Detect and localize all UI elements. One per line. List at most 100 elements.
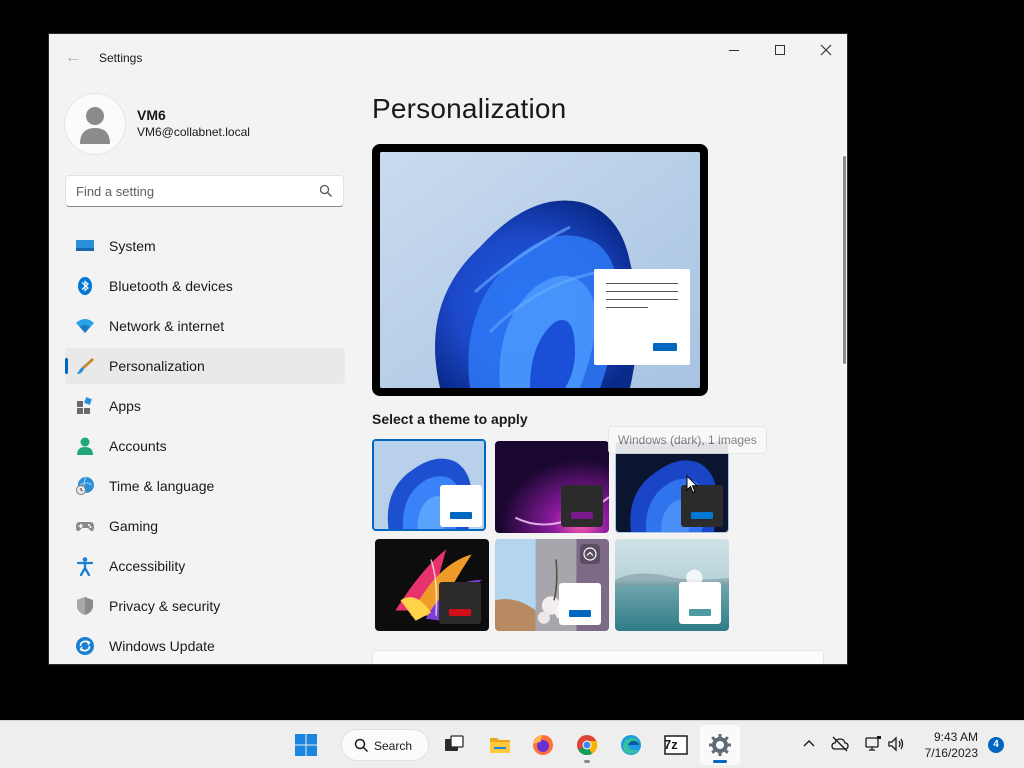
back-button[interactable]: ← xyxy=(63,48,83,68)
edge-icon xyxy=(621,735,641,755)
onedrive-offline-icon[interactable] xyxy=(831,735,849,753)
flow-settings-badge xyxy=(580,544,600,564)
profile-name: VM6 xyxy=(137,107,166,123)
preview-accent-button xyxy=(653,343,677,351)
preview-desktop xyxy=(380,152,700,388)
theme-tile-captured-motion[interactable] xyxy=(375,539,489,631)
nav-item-accessibility[interactable]: Accessibility xyxy=(65,548,345,584)
system-icon xyxy=(76,240,94,251)
firefox-icon xyxy=(533,735,553,755)
theme-tile-windows-light[interactable] xyxy=(372,439,486,531)
shield-icon xyxy=(77,597,93,615)
file-explorer-button[interactable] xyxy=(480,725,520,765)
nav-item-gaming[interactable]: Gaming xyxy=(65,508,345,544)
settings-card[interactable] xyxy=(372,650,824,664)
taskbar: Search 7z 9:43 AM 7/16/2023 4 xyxy=(0,720,1024,768)
nav-label: Privacy & security xyxy=(109,598,221,614)
theme-accent xyxy=(450,512,472,519)
window-title: Settings xyxy=(99,51,143,65)
start-button[interactable] xyxy=(286,725,326,765)
nav-item-accounts[interactable]: Accounts xyxy=(65,428,345,464)
close-button[interactable] xyxy=(803,34,847,66)
nav-label: Gaming xyxy=(109,518,159,534)
theme-accent xyxy=(571,512,593,519)
theme-tile-sunrise[interactable] xyxy=(615,539,729,631)
nav-item-bluetooth[interactable]: Bluetooth & devices xyxy=(65,268,345,304)
minimize-button[interactable] xyxy=(711,34,757,66)
maximize-button[interactable] xyxy=(757,34,803,66)
user-avatar-icon xyxy=(80,107,110,144)
theme-preview xyxy=(372,144,708,396)
page-title: Personalization xyxy=(372,93,567,124)
theme-badge-icon xyxy=(583,547,597,561)
theme-tile-glow[interactable] xyxy=(495,441,609,533)
chrome-button[interactable] xyxy=(567,725,607,765)
accessibility-icon xyxy=(76,557,94,576)
nav-item-network[interactable]: Network & internet xyxy=(65,308,345,344)
nav-item-system[interactable]: System xyxy=(65,228,345,264)
scrollbar-thumb[interactable] xyxy=(843,156,846,364)
search-icon xyxy=(319,184,332,197)
nav-item-personalization[interactable]: Personalization xyxy=(65,348,345,384)
chevron-up-icon[interactable] xyxy=(800,735,818,753)
theme-accent xyxy=(449,609,471,616)
theme-mini-window xyxy=(561,485,603,527)
notification-badge[interactable]: 4 xyxy=(988,737,1004,753)
task-view-icon xyxy=(445,735,464,751)
apps-icon xyxy=(77,397,92,414)
profile-email: VM6@collabnet.local xyxy=(137,125,250,139)
file-explorer-icon xyxy=(490,738,510,753)
active-indicator xyxy=(713,760,727,763)
nav-item-windows-update[interactable]: Windows Update xyxy=(65,628,345,664)
network-icon[interactable] xyxy=(864,735,882,753)
chrome-icon xyxy=(577,735,598,756)
nav-label: Network & internet xyxy=(109,318,225,334)
clock-time: 9:43 AM xyxy=(933,730,978,744)
start-icon xyxy=(295,734,317,756)
search-icon xyxy=(354,738,369,753)
brush-icon xyxy=(77,358,94,374)
theme-mini-window xyxy=(440,485,482,527)
taskbar-search[interactable]: Search xyxy=(341,729,429,761)
wifi-icon xyxy=(76,319,94,333)
theme-tooltip: Windows (dark), 1 images xyxy=(608,426,767,454)
volume-icon[interactable] xyxy=(887,735,905,753)
nav-label: Windows Update xyxy=(109,638,215,654)
theme-tile-windows-dark[interactable] xyxy=(615,441,729,533)
search-input[interactable] xyxy=(76,176,311,206)
close-icon xyxy=(820,44,832,56)
firefox-button[interactable] xyxy=(523,725,563,765)
theme-accent xyxy=(691,512,713,519)
theme-accent xyxy=(569,610,591,617)
preview-window-mockup xyxy=(594,269,690,365)
theme-tile-flow[interactable] xyxy=(495,539,609,631)
minimize-icon xyxy=(729,49,739,51)
nav-item-privacy[interactable]: Privacy & security xyxy=(65,588,345,624)
nav-item-time-language[interactable]: Time & language xyxy=(65,468,345,504)
clock-date: 7/16/2023 xyxy=(924,746,978,760)
navigation-pane: System Bluetooth & devices Network & int… xyxy=(65,228,345,664)
theme-accent xyxy=(689,609,711,616)
avatar[interactable] xyxy=(65,94,125,154)
settings-search[interactable] xyxy=(65,175,344,207)
nav-label: Bluetooth & devices xyxy=(109,278,233,294)
settings-taskbar-button[interactable] xyxy=(700,725,740,765)
nav-label: System xyxy=(109,238,156,254)
title-bar: ← Settings xyxy=(49,34,847,82)
running-indicator xyxy=(584,760,590,763)
theme-mini-window xyxy=(679,582,721,624)
task-view-button[interactable] xyxy=(434,725,474,765)
settings-window: ← Settings VM6 VM6@collabnet.local Find … xyxy=(48,33,848,665)
nav-label: Accessibility xyxy=(109,558,186,574)
mouse-cursor-icon xyxy=(686,475,698,494)
windows-update-icon xyxy=(76,637,94,655)
taskbar-clock[interactable]: 9:43 AM 7/16/2023 xyxy=(925,729,978,761)
7zip-label: 7z xyxy=(664,737,678,752)
nav-item-apps[interactable]: Apps xyxy=(65,388,345,424)
edge-button[interactable] xyxy=(611,725,651,765)
preview-line xyxy=(606,299,678,300)
preview-line xyxy=(606,307,648,308)
7zip-button[interactable]: 7z xyxy=(656,725,696,765)
theme-section-heading: Select a theme to apply xyxy=(372,411,528,427)
settings-icon xyxy=(709,734,731,756)
